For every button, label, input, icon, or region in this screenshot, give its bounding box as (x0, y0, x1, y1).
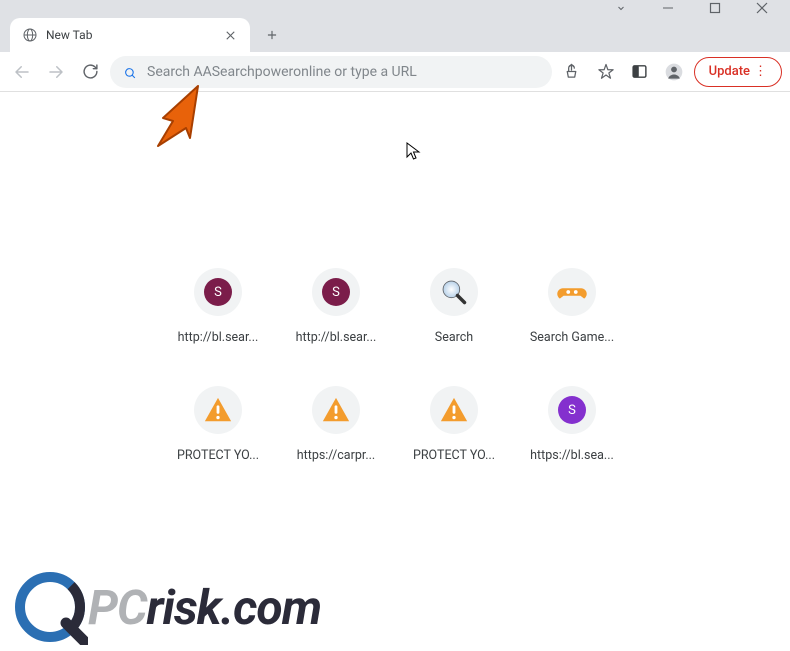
tab-close-button[interactable] (222, 27, 238, 43)
update-button-label: Update (709, 64, 750, 79)
search-icon (124, 65, 137, 78)
window-dropdown-button[interactable] (601, 0, 641, 16)
shortcut-label: Search (435, 330, 473, 345)
shortcut-icon (430, 268, 478, 316)
shortcut-tile[interactable]: Shttp://bl.sear... (277, 262, 395, 380)
window-titlebar (0, 0, 790, 16)
update-button[interactable]: Update ⋮ (694, 57, 782, 87)
shortcut-tile[interactable]: Search (395, 262, 513, 380)
shortcut-icon (430, 386, 478, 434)
shortcut-icon: S (194, 268, 242, 316)
share-button[interactable] (558, 58, 586, 86)
shortcut-tile[interactable]: PROTECT YO... (395, 380, 513, 498)
shortcut-label: PROTECT YO... (177, 448, 259, 463)
menu-dots-icon: ⋮ (754, 64, 767, 79)
shortcut-label: http://bl.sear... (178, 330, 259, 345)
shortcut-tile[interactable]: https://carpr... (277, 380, 395, 498)
browser-toolbar: Search AASearchpoweronline or type a URL… (0, 52, 790, 92)
shortcut-tile[interactable]: Shttps://bl.sea... (513, 380, 631, 498)
address-bar[interactable]: Search AASearchpoweronline or type a URL (110, 56, 552, 88)
profile-button[interactable] (660, 58, 688, 86)
new-tab-button[interactable] (258, 21, 286, 49)
browser-tab[interactable]: New Tab (10, 18, 250, 52)
side-panel-button[interactable] (626, 58, 654, 86)
shortcut-tile[interactable]: Shttp://bl.sear... (159, 262, 277, 380)
back-button[interactable] (8, 58, 36, 86)
forward-button[interactable] (42, 58, 70, 86)
new-tab-content: Shttp://bl.sear...Shttp://bl.sear...Sear… (0, 92, 790, 498)
address-bar-placeholder: Search AASearchpoweronline or type a URL (147, 64, 538, 80)
shortcut-label: http://bl.sear... (296, 330, 377, 345)
watermark-logo-icon (12, 569, 88, 645)
window-minimize-button[interactable] (648, 0, 688, 16)
shortcut-icon (548, 268, 596, 316)
shortcut-label: https://carpr... (297, 448, 375, 463)
shortcuts-grid: Shttp://bl.sear...Shttp://bl.sear...Sear… (159, 262, 631, 498)
shortcut-tile[interactable]: Search Game... (513, 262, 631, 380)
window-close-button[interactable] (742, 0, 782, 16)
shortcut-icon: S (548, 386, 596, 434)
watermark-text-dark: risk.com (147, 579, 322, 636)
reload-button[interactable] (76, 58, 104, 86)
window-maximize-button[interactable] (695, 0, 735, 16)
tab-title: New Tab (46, 28, 214, 42)
shortcut-label: https://bl.sea... (530, 448, 614, 463)
tab-strip: New Tab (0, 16, 790, 52)
watermark-text-gray: PC (88, 579, 147, 636)
globe-icon (22, 27, 38, 43)
shortcut-icon (312, 386, 360, 434)
shortcut-icon (194, 386, 242, 434)
watermark: PCrisk.com (12, 569, 321, 645)
bookmark-button[interactable] (592, 58, 620, 86)
shortcut-icon: S (312, 268, 360, 316)
shortcut-label: PROTECT YO... (413, 448, 495, 463)
shortcut-tile[interactable]: PROTECT YO... (159, 380, 277, 498)
shortcut-label: Search Game... (530, 330, 614, 345)
